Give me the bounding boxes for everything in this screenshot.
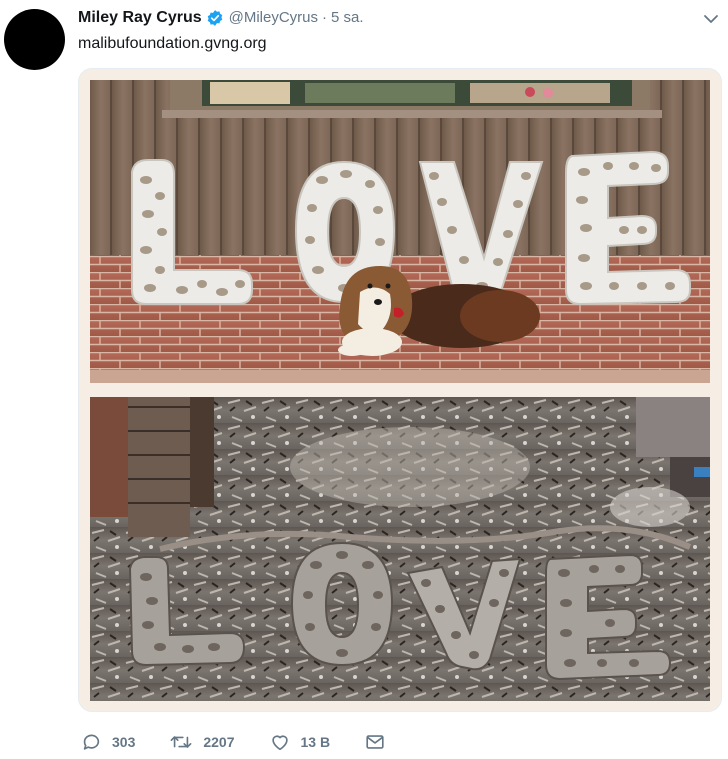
- display-name[interactable]: Miley Ray Cyrus: [78, 8, 202, 28]
- retweet-count: 2207: [203, 734, 235, 750]
- media-container[interactable]: [78, 68, 722, 712]
- direct-message-button[interactable]: [364, 731, 396, 753]
- tweet-link[interactable]: malibufoundation.gvng.org: [78, 33, 267, 55]
- tweet-header: Miley Ray Cyrus @MileyCyrus · 5 sa.: [78, 8, 364, 28]
- timestamp[interactable]: 5 sa.: [331, 8, 364, 28]
- chevron-down-icon[interactable]: [702, 10, 720, 28]
- handle[interactable]: @MileyCyrus: [229, 8, 318, 28]
- heart-icon: [271, 735, 288, 751]
- reply-count: 303: [112, 734, 136, 750]
- envelope-icon: [366, 735, 384, 749]
- avatar[interactable]: [4, 9, 65, 70]
- separator-dot: ·: [322, 9, 328, 26]
- tweet[interactable]: Miley Ray Cyrus @MileyCyrus · 5 sa. mali…: [0, 0, 728, 759]
- reply-button[interactable]: 303: [80, 731, 135, 753]
- like-button[interactable]: 13 B: [269, 731, 331, 753]
- reply-icon: [83, 734, 100, 750]
- retweet-button[interactable]: 2207: [169, 731, 235, 753]
- photo-love-sign-burned[interactable]: [90, 397, 710, 701]
- verified-badge-icon: [206, 9, 224, 27]
- photo-love-sign-with-dog[interactable]: [90, 80, 710, 383]
- retweet-icon: [170, 736, 192, 748]
- like-count: 13 B: [300, 734, 331, 750]
- tweet-actions: 303 2207 13 B: [80, 731, 430, 753]
